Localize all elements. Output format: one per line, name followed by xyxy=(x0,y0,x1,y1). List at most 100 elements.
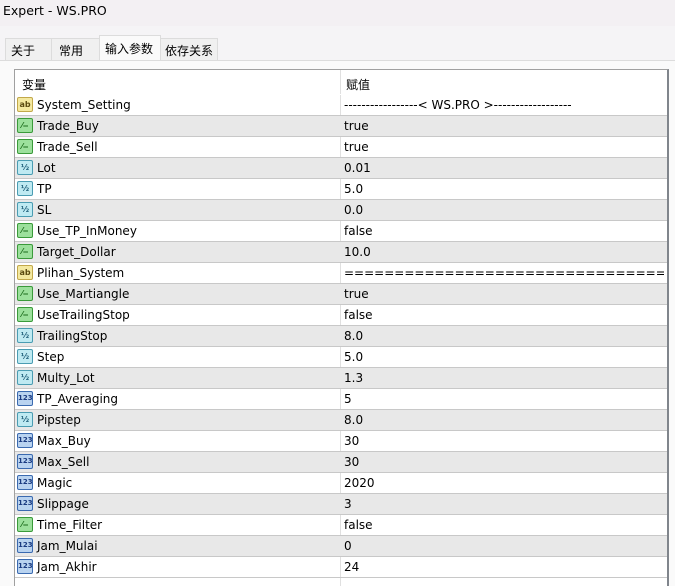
table-row[interactable]: 123 Slippage 3 xyxy=(15,494,667,515)
param-name: Jam_Akhir xyxy=(37,560,97,574)
param-value[interactable]: 5.0 xyxy=(344,350,664,364)
param-value[interactable]: false xyxy=(344,518,664,532)
integer-icon: 123 xyxy=(17,391,33,406)
integer-icon: 123 xyxy=(17,496,33,511)
param-name: Max_Buy xyxy=(37,434,91,448)
double-icon: ½ xyxy=(17,328,33,343)
param-value[interactable]: 5.0 xyxy=(344,182,664,196)
table-row[interactable]: 123 Jam_Mulai 0 xyxy=(15,536,667,557)
string-icon: ab xyxy=(17,265,33,280)
param-value[interactable]: 8.0 xyxy=(344,413,664,427)
double-icon: ½ xyxy=(17,160,33,175)
window-title: Expert - WS.PRO xyxy=(0,0,675,26)
table-row[interactable]: ⁄‒ Trade_Sell true xyxy=(15,137,667,158)
table-row[interactable]: 123 TP_Averaging 5 xyxy=(15,389,667,410)
bool-icon: ⁄‒ xyxy=(17,223,33,238)
param-value[interactable]: 30 xyxy=(344,455,664,469)
table-row[interactable]: ½ Step 5.0 xyxy=(15,347,667,368)
param-name: Trade_Sell xyxy=(37,140,98,154)
param-name: Jam_Mulai xyxy=(37,539,98,553)
table-row[interactable]: ½ TrailingStop 8.0 xyxy=(15,326,667,347)
table-row[interactable]: ab System_Setting -----------------< WS.… xyxy=(15,95,667,116)
string-icon: ab xyxy=(17,97,33,112)
param-name: TP xyxy=(37,182,52,196)
param-value[interactable]: false xyxy=(344,308,664,322)
param-name: Slippage xyxy=(37,497,89,511)
table-row[interactable]: ½ Multy_Lot 1.3 xyxy=(15,368,667,389)
integer-icon: 123 xyxy=(17,454,33,469)
param-name: TrailingStop xyxy=(37,329,108,343)
param-value[interactable]: ========================================… xyxy=(344,266,664,280)
integer-icon: 123 xyxy=(17,433,33,448)
param-value[interactable]: true xyxy=(344,287,664,301)
param-name: UseTrailingStop xyxy=(37,308,130,322)
double-icon: ½ xyxy=(17,412,33,427)
table-row[interactable]: ⁄‒ Time_Filter false xyxy=(15,515,667,536)
tab-common[interactable]: 常用 xyxy=(51,38,100,60)
double-icon: ½ xyxy=(17,349,33,364)
tab-bar: 关于 常用 输入参数 依存关系 xyxy=(0,26,675,61)
param-name: Step xyxy=(37,350,65,364)
table-row[interactable]: ⁄‒ Use_Martiangle true xyxy=(15,284,667,305)
param-name: Plihan_System xyxy=(37,266,125,280)
param-value[interactable]: 2020 xyxy=(344,476,664,490)
param-value[interactable]: 0.01 xyxy=(344,161,664,175)
tab-inputs[interactable]: 输入参数 xyxy=(99,35,161,61)
param-name: Lot xyxy=(37,161,56,175)
param-value[interactable]: 0 xyxy=(344,539,664,553)
table-row[interactable]: ⁄‒ Trade_Buy true xyxy=(15,116,667,137)
param-value[interactable]: 3 xyxy=(344,497,664,511)
param-name: Max_Sell xyxy=(37,455,90,469)
table-row[interactable]: ½ Lot 0.01 xyxy=(15,158,667,179)
param-value[interactable]: 30 xyxy=(344,434,664,448)
param-name: System_Setting xyxy=(37,98,131,112)
param-name: Time_Filter xyxy=(37,518,103,532)
double-icon: ½ xyxy=(17,202,33,217)
tab-dependencies[interactable]: 依存关系 xyxy=(160,38,218,60)
header-variable[interactable]: 变量 xyxy=(22,76,46,93)
table-row[interactable]: ½ Pipstep 8.0 xyxy=(15,410,667,431)
table-row[interactable]: 123 Jam_Akhir 24 xyxy=(15,557,667,578)
header-value[interactable]: 赋值 xyxy=(346,76,370,93)
integer-icon: 123 xyxy=(17,538,33,553)
inputs-table: 变量 赋值 ab System_Setting ----------------… xyxy=(14,69,669,586)
table-row[interactable]: ½ SL 0.0 xyxy=(15,200,667,221)
table-row[interactable]: ⁄‒ Use_TP_InMoney false xyxy=(15,221,667,242)
integer-icon: 123 xyxy=(17,559,33,574)
table-row[interactable]: ⁄‒ Target_Dollar 10.0 xyxy=(15,242,667,263)
table-row[interactable]: ⁄‒ UseTrailingStop false xyxy=(15,305,667,326)
param-name: TP_Averaging xyxy=(37,392,119,406)
bool-icon: ⁄‒ xyxy=(17,139,33,154)
table-row[interactable]: ½ TP 5.0 xyxy=(15,179,667,200)
tab-about[interactable]: 关于 xyxy=(5,38,52,60)
param-name: Multy_Lot xyxy=(37,371,95,385)
param-value[interactable]: false xyxy=(344,224,664,238)
table-row[interactable]: 123 Max_Buy 30 xyxy=(15,431,667,452)
param-value[interactable]: -----------------< WS.PRO >-------------… xyxy=(344,98,664,112)
table-row[interactable]: ab Plihan_System =======================… xyxy=(15,263,667,284)
bool-icon: ⁄‒ xyxy=(17,517,33,532)
param-value[interactable]: true xyxy=(344,119,664,133)
param-name: Magic xyxy=(37,476,73,490)
integer-icon: 123 xyxy=(17,475,33,490)
table-header: 变量 赋值 xyxy=(15,70,667,95)
param-value[interactable]: 1.3 xyxy=(344,371,664,385)
param-value[interactable]: 5 xyxy=(344,392,664,406)
bool-icon: ⁄‒ xyxy=(17,307,33,322)
param-value[interactable]: 8.0 xyxy=(344,329,664,343)
param-value[interactable]: 10.0 xyxy=(344,245,664,259)
param-name: Pipstep xyxy=(37,413,81,427)
param-value[interactable]: true xyxy=(344,140,664,154)
param-value[interactable]: 24 xyxy=(344,560,664,574)
param-name: Trade_Buy xyxy=(37,119,99,133)
bool-icon: ⁄‒ xyxy=(17,244,33,259)
param-name: Use_Martiangle xyxy=(37,287,130,301)
param-name: SL xyxy=(37,203,52,217)
double-icon: ½ xyxy=(17,181,33,196)
table-row[interactable]: 123 Magic 2020 xyxy=(15,473,667,494)
param-name: Target_Dollar xyxy=(37,245,116,259)
param-name: Use_TP_InMoney xyxy=(37,224,137,238)
bool-icon: ⁄‒ xyxy=(17,118,33,133)
table-row[interactable]: 123 Max_Sell 30 xyxy=(15,452,667,473)
param-value[interactable]: 0.0 xyxy=(344,203,664,217)
